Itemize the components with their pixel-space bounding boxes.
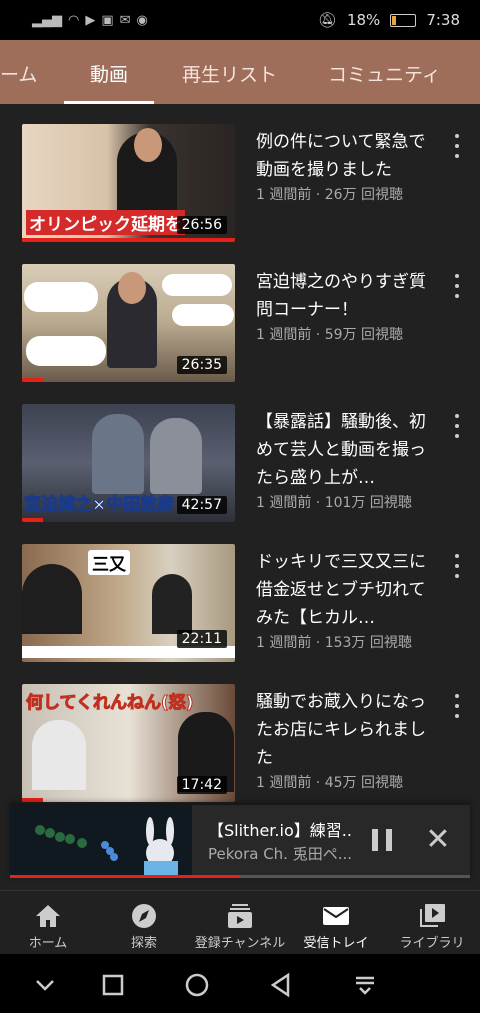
nav-label: ホーム <box>28 936 68 951</box>
speech-bubble <box>172 304 234 326</box>
watch-progress <box>22 238 235 242</box>
thumbnail-person <box>22 564 82 634</box>
gallery-notification-icon: ▣ <box>101 12 114 28</box>
notification-shade-icon[interactable] <box>350 970 380 1000</box>
slither-game-preview <box>35 817 178 877</box>
home-button-icon[interactable] <box>182 970 212 1000</box>
nav-label: 探索 <box>130 936 157 951</box>
watch-progress <box>22 518 44 522</box>
battery-level <box>392 15 397 25</box>
mini-player-title[interactable]: 【Slither.io】練習.. <box>208 817 352 841</box>
back-icon[interactable] <box>266 970 296 1000</box>
mail-notification-icon: ✉ <box>119 12 131 28</box>
library-icon <box>420 904 445 927</box>
speech-bubble <box>24 282 98 312</box>
tab-home[interactable]: ーム <box>0 60 37 87</box>
video-item[interactable]: 三又 22:11 ドッキリで三又又三に借金返せとブチ切れてみた【ヒカル… 1 週… <box>0 524 480 664</box>
close-icon[interactable]: ✕ <box>425 825 451 855</box>
video-item[interactable]: 何してくれんねん(怒) 17:42 騒動でお蔵入りになったお店にキレられました … <box>0 664 480 804</box>
video-title[interactable]: ドッキリで三又又三に借金返せとブチ切れてみた【ヒカル… <box>256 548 431 632</box>
mini-player-channel: Pekora Ch. 兎田ペ... <box>208 845 353 863</box>
video-meta: 1 週間前 · 101万 回視聴 <box>256 495 412 511</box>
thumbnail-caption: 何してくれんねん(怒) <box>26 693 195 714</box>
recent-apps-icon[interactable] <box>98 970 128 1000</box>
nav-explore[interactable]: 探索 <box>96 891 192 955</box>
video-item[interactable]: オリンピック延期を 26:56 例の件について緊急で動画を撮りました 1 週間前… <box>0 104 480 244</box>
video-title[interactable]: 例の件について緊急で動画を撮りました <box>256 128 431 184</box>
youtube-notification-icon: ▶ <box>85 12 96 28</box>
thumbnail-person <box>152 574 192 634</box>
nav-label: 登録チャンネル <box>194 936 286 951</box>
video-list: オリンピック延期を 26:56 例の件について緊急で動画を撮りました 1 週間前… <box>0 104 480 804</box>
video-duration: 22:11 <box>176 630 227 648</box>
more-options-icon[interactable] <box>450 694 464 718</box>
mini-player-progress-fill <box>10 875 240 878</box>
channel-tab-bar: ーム 動画 再生リスト コミュニティ <box>0 40 480 104</box>
chevron-down-icon[interactable] <box>30 970 60 1000</box>
nav-home[interactable]: ホーム <box>0 891 96 955</box>
video-duration: 17:42 <box>176 776 227 794</box>
nav-inbox[interactable]: 受信トレイ <box>288 891 384 955</box>
video-thumbnail[interactable]: 26:35 <box>22 264 235 382</box>
tab-playlists[interactable]: 再生リスト <box>182 60 277 87</box>
watch-progress <box>22 798 44 802</box>
thumbnail-person <box>150 418 202 494</box>
nav-library[interactable]: ライブラリ <box>384 891 480 955</box>
nav-subscriptions[interactable]: 登録チャンネル <box>192 891 288 955</box>
pause-icon[interactable] <box>372 829 392 851</box>
mini-player-thumbnail[interactable] <box>10 805 192 877</box>
nav-label: ライブラリ <box>399 936 465 951</box>
thumbnail-caption: 宮迫博之×中田敦彦 <box>23 495 175 516</box>
video-thumbnail[interactable]: オリンピック延期を 26:56 <box>22 124 235 242</box>
thumbnail-person <box>92 414 144 494</box>
clock: 7:38 <box>426 11 460 29</box>
video-duration: 26:56 <box>176 216 227 234</box>
watch-progress <box>22 378 44 382</box>
thumbnail-face <box>118 272 146 304</box>
video-duration: 26:35 <box>176 356 227 374</box>
home-icon <box>36 905 60 927</box>
video-title[interactable]: 宮迫博之のやりすぎ質問コーナー！ <box>256 268 431 324</box>
tab-videos[interactable]: 動画 <box>90 60 128 87</box>
subscriptions-icon <box>228 904 252 928</box>
video-thumbnail[interactable]: 宮迫博之×中田敦彦 42:57 <box>22 404 235 522</box>
thumbnail-caption: 三又 <box>88 550 130 575</box>
app-notification-icon: ◉ <box>136 12 148 28</box>
status-icons-left: ▂▄▆ ◠ ▶ ▣ ✉ ◉ <box>32 13 148 28</box>
video-meta: 1 週間前 · 153万 回視聴 <box>256 635 412 651</box>
video-meta: 1 週間前 · 45万 回視聴 <box>256 775 403 791</box>
mute-icon: 🔕︎ <box>317 11 337 29</box>
video-thumbnail[interactable]: 三又 22:11 <box>22 544 235 662</box>
speech-bubble <box>26 336 106 366</box>
bottom-navigation: ホーム 探索 登録チャンネル 受信トレイ ライブラリ <box>0 890 480 954</box>
more-options-icon[interactable] <box>450 414 464 438</box>
video-thumbnail[interactable]: 何してくれんねん(怒) 17:42 <box>22 684 235 802</box>
mini-player-progress <box>10 875 470 878</box>
more-options-icon[interactable] <box>450 134 464 158</box>
nav-label: 受信トレイ <box>303 936 369 951</box>
signal-icon: ▂▄▆ <box>32 12 62 28</box>
battery-percent: 18% <box>346 11 381 29</box>
video-item[interactable]: 宮迫博之×中田敦彦 42:57 【暴露話】騒動後、初めて芸人と動画を撮ったら盛り… <box>0 384 480 524</box>
video-meta: 1 週間前 · 26万 回視聴 <box>256 187 403 203</box>
thumbnail-person <box>32 720 86 790</box>
more-options-icon[interactable] <box>450 274 464 298</box>
video-item[interactable]: 26:35 宮迫博之のやりすぎ質問コーナー！ 1 週間前 · 59万 回視聴 <box>0 244 480 384</box>
tab-community[interactable]: コミュニティ <box>328 60 441 87</box>
inbox-icon <box>323 907 349 925</box>
thumbnail-face <box>134 128 162 162</box>
video-meta: 1 週間前 · 59万 回視聴 <box>256 327 403 343</box>
explore-icon <box>132 904 156 928</box>
video-duration: 42:57 <box>176 496 227 514</box>
mini-player[interactable]: 【Slither.io】練習.. Pekora Ch. 兎田ペ... ✕ <box>10 805 470 877</box>
status-bar: ▂▄▆ ◠ ▶ ▣ ✉ ◉ 🔕︎ 18% 7:38 <box>0 0 480 40</box>
speech-bubble <box>162 274 232 296</box>
system-navigation-bar <box>0 954 480 1013</box>
battery-icon <box>390 13 417 27</box>
wifi-icon: ◠ <box>68 12 80 28</box>
video-title[interactable]: 【暴露話】騒動後、初めて芸人と動画を撮ったら盛り上が… <box>256 408 431 492</box>
more-options-icon[interactable] <box>450 554 464 578</box>
video-title[interactable]: 騒動でお蔵入りになったお店にキレられました <box>256 688 431 772</box>
thumbnail-caption: オリンピック延期を <box>26 210 185 235</box>
